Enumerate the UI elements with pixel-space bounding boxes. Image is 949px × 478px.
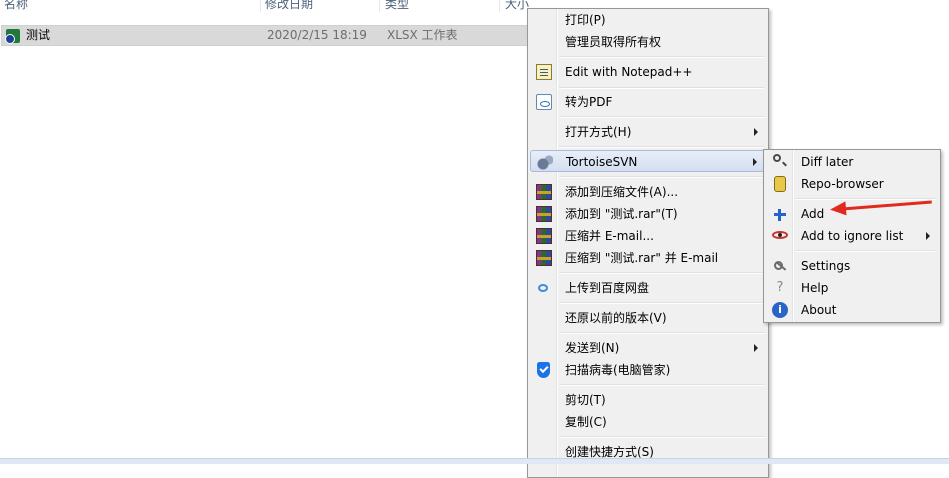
- file-date: 2020/2/15 18:19: [267, 28, 367, 42]
- tortoisesvn-submenu: Diff later Repo-browser Add Add to ignor…: [763, 149, 941, 323]
- menu-separator: [795, 198, 935, 200]
- winrar-icon: [536, 206, 552, 222]
- menu-item-tortoisesvn[interactable]: TortoiseSVN: [530, 150, 766, 172]
- menu-separator: [559, 56, 764, 58]
- menu-separator: [559, 146, 764, 148]
- menu-item-send-to[interactable]: 发送到(N): [530, 337, 766, 359]
- menu-item-label: 上传到百度网盘: [565, 281, 650, 295]
- menu-item-label: 压缩并 E-mail...: [565, 229, 654, 243]
- menu-item-label: Repo-browser: [801, 177, 884, 191]
- svn-item-diff-later[interactable]: Diff later: [766, 151, 938, 173]
- menu-item-label: 复制(C): [565, 415, 607, 429]
- menu-item-label: Diff later: [801, 155, 854, 169]
- menu-separator: [559, 272, 764, 274]
- menu-item-convert-pdf[interactable]: 转为PDF: [530, 91, 766, 113]
- pdf-icon: [536, 94, 552, 110]
- menu-separator: [559, 436, 764, 438]
- menu-item-add-to-rar[interactable]: 添加到 "测试.rar"(T): [530, 203, 766, 225]
- tortoisesvn-icon: [537, 154, 553, 170]
- column-header-name[interactable]: 名称: [0, 0, 261, 12]
- winrar-icon: [536, 184, 552, 200]
- diff-search-icon: [773, 154, 781, 162]
- column-header-type[interactable]: 类型: [381, 0, 500, 12]
- submenu-arrow-icon: [753, 158, 757, 166]
- file-row[interactable]: 测试 2020/2/15 18:19 XLSX 工作表: [1, 25, 561, 46]
- menu-item-label: Help: [801, 281, 829, 295]
- menu-item-print[interactable]: 打印(P): [530, 9, 766, 31]
- menu-item-label: Add to ignore list: [801, 229, 904, 243]
- winrar-icon: [536, 228, 552, 244]
- add-plus-icon: [772, 206, 788, 222]
- submenu-arrow-icon: [926, 232, 930, 240]
- menu-item-copy[interactable]: 复制(C): [530, 411, 766, 433]
- menu-item-open-with[interactable]: 打开方式(H): [530, 121, 766, 143]
- menu-item-compress-rar-email[interactable]: 压缩到 "测试.rar" 并 E-mail: [530, 247, 766, 269]
- svn-item-repo-browser[interactable]: Repo-browser: [766, 173, 938, 195]
- menu-item-label: 打印(P): [565, 13, 606, 27]
- ignore-eye-icon: [772, 231, 788, 239]
- menu-item-baidu-upload[interactable]: 上传到百度网盘: [530, 277, 766, 299]
- baidu-cloud-icon: [538, 284, 548, 292]
- menu-item-scan-virus[interactable]: 扫描病毒(电脑管家): [530, 359, 766, 381]
- menu-item-label: 还原以前的版本(V): [565, 311, 667, 325]
- winrar-icon: [536, 250, 552, 266]
- submenu-arrow-icon: [754, 344, 758, 352]
- column-header-date[interactable]: 修改日期: [261, 0, 380, 12]
- notepad-icon: [536, 64, 552, 80]
- menu-item-label: 压缩到 "测试.rar" 并 E-mail: [565, 251, 719, 265]
- menu-separator: [795, 250, 935, 252]
- xlsx-file-icon: [5, 29, 20, 44]
- menu-separator: [559, 176, 764, 178]
- menu-item-label: 扫描病毒(电脑管家): [565, 363, 671, 377]
- svn-item-add-ignore[interactable]: Add to ignore list: [766, 225, 938, 247]
- menu-item-restore-versions[interactable]: 还原以前的版本(V): [530, 307, 766, 329]
- menu-item-take-ownership[interactable]: 管理员取得所有权: [530, 31, 766, 53]
- menu-item-label: About: [801, 303, 837, 317]
- menu-item-label: 打开方式(H): [565, 125, 632, 139]
- file-name: 测试: [26, 28, 51, 42]
- about-icon: i: [772, 302, 788, 318]
- menu-item-label: Edit with Notepad++: [565, 65, 693, 79]
- help-icon: ?: [776, 280, 784, 295]
- menu-separator: [559, 332, 764, 334]
- menu-item-edit-notepad[interactable]: Edit with Notepad++: [530, 61, 766, 83]
- menu-item-cut[interactable]: 剪切(T): [530, 389, 766, 411]
- menu-item-label: 添加到 "测试.rar"(T): [565, 207, 678, 221]
- submenu-arrow-icon: [754, 128, 758, 136]
- menu-item-label: 剪切(T): [565, 393, 606, 407]
- file-list-header: 名称 修改日期 类型 大小: [0, 0, 949, 12]
- menu-item-label: Add: [801, 207, 825, 221]
- menu-separator: [559, 116, 764, 118]
- bottom-status-edge: [0, 458, 949, 464]
- menu-item-label: Settings: [801, 259, 851, 273]
- menu-item-label: 转为PDF: [565, 95, 613, 109]
- annotation-arrow-head-icon: [829, 201, 847, 217]
- menu-item-label: TortoiseSVN: [566, 155, 638, 169]
- menu-item-label: 添加到压缩文件(A)...: [565, 185, 679, 199]
- svn-item-help[interactable]: ? Help: [766, 277, 938, 299]
- file-type: XLSX 工作表: [387, 28, 458, 42]
- menu-item-label: 管理员取得所有权: [565, 35, 662, 49]
- repo-browser-icon: [774, 176, 786, 192]
- menu-item-compress-email[interactable]: 压缩并 E-mail...: [530, 225, 766, 247]
- context-menu: 打印(P) 管理员取得所有权 Edit with Notepad++ 转为PDF…: [527, 8, 769, 478]
- menu-separator: [559, 384, 764, 386]
- menu-separator: [559, 302, 764, 304]
- svn-item-about[interactable]: i About: [766, 299, 938, 321]
- menu-separator: [559, 87, 764, 89]
- svn-item-settings[interactable]: Settings: [766, 255, 938, 277]
- menu-item-add-archive[interactable]: 添加到压缩文件(A)...: [530, 181, 766, 203]
- settings-icon: [772, 258, 788, 274]
- menu-item-label: 发送到(N): [565, 341, 620, 355]
- shield-icon: [537, 362, 550, 378]
